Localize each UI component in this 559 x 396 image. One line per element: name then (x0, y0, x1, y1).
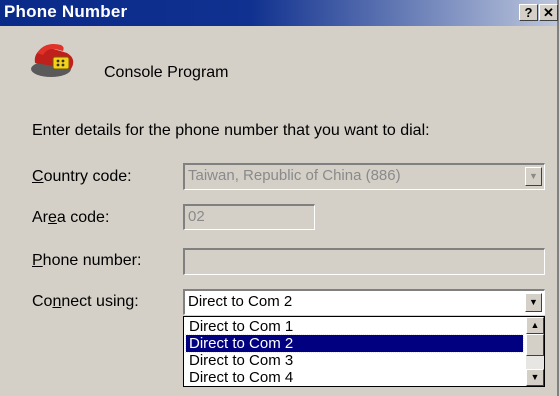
connect-using-combobox[interactable]: Direct to Com 2 ▼ (183, 289, 545, 315)
instructions-text: Enter details for the phone number that … (32, 122, 430, 139)
close-button[interactable]: ✕ (539, 4, 558, 21)
list-item[interactable]: Direct to Com 3 (186, 352, 523, 369)
list-item[interactable]: Direct to Com 4 (186, 369, 523, 386)
country-code-value: Taiwan, Republic of China (886) (188, 167, 401, 184)
connect-using-value: Direct to Com 2 (188, 293, 293, 310)
phone-number-label: Phone number: (32, 252, 142, 269)
connect-using-listbox[interactable]: Direct to Com 1 Direct to Com 2 Direct t… (183, 316, 545, 387)
area-code-value: 02 (188, 208, 205, 225)
scrollbar-thumb[interactable] (526, 334, 544, 356)
area-code-input[interactable]: 02 (183, 204, 315, 230)
scroll-down-icon[interactable]: ▼ (526, 369, 544, 386)
country-code-combobox[interactable]: Taiwan, Republic of China (886) ▼ (183, 163, 545, 190)
country-code-dropdown-icon[interactable]: ▼ (525, 167, 542, 186)
program-name: Console Program (104, 64, 229, 81)
connect-using-label: Connect using: (32, 293, 139, 310)
telephone-icon (31, 44, 74, 77)
help-button[interactable]: ? (519, 4, 538, 21)
scroll-up-icon[interactable]: ▲ (526, 317, 544, 334)
title-bar[interactable]: Phone Number ? ✕ (0, 0, 558, 26)
listbox-scrollbar[interactable]: ▲ ▼ (526, 317, 544, 386)
window-title: Phone Number (4, 2, 128, 21)
phone-number-input[interactable] (183, 248, 545, 275)
list-item-selected[interactable]: Direct to Com 2 (185, 334, 524, 353)
phone-number-dialog: Phone Number ? ✕ Console Program Enter d… (0, 0, 559, 396)
area-code-label: Area code: (32, 209, 110, 226)
list-item[interactable]: Direct to Com 1 (186, 318, 523, 335)
connect-using-dropdown-icon[interactable]: ▼ (525, 293, 542, 312)
country-code-label: Country code: (32, 168, 132, 185)
